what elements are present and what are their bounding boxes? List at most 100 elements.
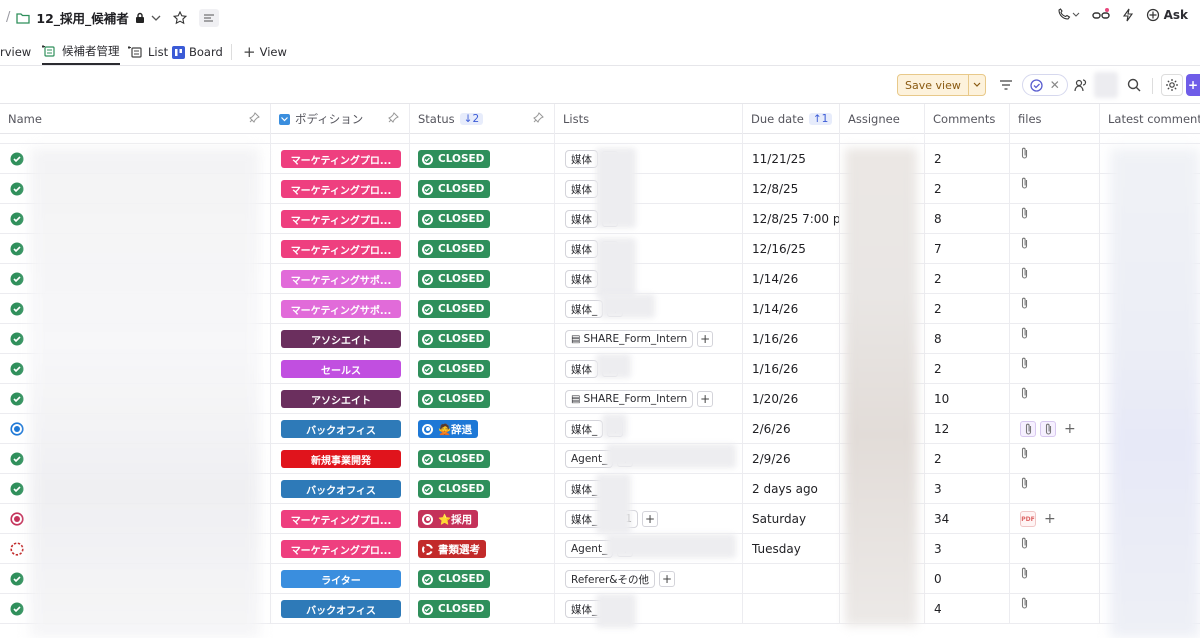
cell-position[interactable]: バックオフィス (271, 414, 410, 444)
cell-comments[interactable]: 3 (925, 534, 1010, 564)
cell-due-date[interactable]: 2 days ago (743, 474, 840, 504)
cell-files[interactable] (1010, 234, 1100, 264)
page-title[interactable]: 12_採用_候補者 (36, 8, 128, 27)
cell-due-date[interactable]: 1/14/26 (743, 264, 840, 294)
cell-comments[interactable]: 2 (925, 174, 1010, 204)
tab-candidate-management[interactable]: 候補者管理 (42, 39, 120, 65)
column-header-status[interactable]: Status ↓2 (410, 104, 555, 134)
position-tag[interactable]: 新規事業開発 (281, 450, 401, 468)
list-chip[interactable]: 媒体_ (565, 300, 604, 318)
cell-files[interactable] (1010, 174, 1100, 204)
star-icon[interactable] (172, 10, 187, 25)
add-file-button[interactable]: + (1064, 421, 1076, 437)
cell-lists[interactable]: 媒体_+ 1+ (555, 504, 743, 534)
cell-comments[interactable]: 0 (925, 564, 1010, 594)
cell-position[interactable]: マーケティングプロ... (271, 174, 410, 204)
cell-position[interactable]: バックオフィス (271, 594, 410, 624)
cell-status[interactable]: 書類選考 (410, 534, 555, 564)
cell-comments[interactable]: 3 (925, 474, 1010, 504)
position-tag[interactable]: アソシエイト (281, 390, 401, 408)
cell-lists[interactable]: 媒体_+ (555, 414, 743, 444)
cell-due-date[interactable]: Tuesday (743, 534, 840, 564)
cell-comments[interactable]: 2 (925, 294, 1010, 324)
cell-comments[interactable]: 4 (925, 594, 1010, 624)
cell-position[interactable]: ライター (271, 564, 410, 594)
cell-status[interactable]: CLOSED (410, 354, 555, 384)
status-circle-icon[interactable] (10, 332, 24, 346)
cell-comments[interactable]: 10 (925, 384, 1010, 414)
list-chip[interactable]: 媒体 (565, 210, 598, 228)
filter-icon[interactable] (997, 76, 1015, 94)
status-badge[interactable]: CLOSED (418, 150, 491, 168)
paperclip-icon[interactable] (1020, 537, 1029, 553)
cell-position[interactable]: マーケティングサポ... (271, 294, 410, 324)
list-chip[interactable]: 媒体 (565, 240, 598, 258)
ask-button[interactable]: Ask (1164, 8, 1188, 22)
cell-lists[interactable]: 媒体_+ (555, 594, 743, 624)
status-circle-icon[interactable] (10, 182, 24, 196)
status-badge[interactable]: CLOSED (418, 300, 491, 318)
paperclip-icon[interactable] (1020, 447, 1029, 463)
cell-comments[interactable]: 2 (925, 264, 1010, 294)
ai-notetaker-icon[interactable] (1091, 8, 1110, 22)
cell-files[interactable] (1010, 324, 1100, 354)
position-tag[interactable]: マーケティングプロ... (281, 150, 401, 168)
assignee-filter-icon[interactable] (1072, 76, 1090, 94)
cell-position[interactable]: マーケティングサポ... (271, 264, 410, 294)
cell-due-date[interactable]: 12/8/25 (743, 174, 840, 204)
status-circle-icon[interactable] (10, 572, 24, 586)
status-badge[interactable]: CLOSED (418, 570, 491, 588)
cell-position[interactable]: マーケティングプロ... (271, 144, 410, 174)
cell-status[interactable]: CLOSED (410, 324, 555, 354)
cell-status[interactable]: CLOSED (410, 174, 555, 204)
status-circle-icon[interactable] (10, 212, 24, 226)
status-badge[interactable]: CLOSED (418, 600, 491, 618)
cell-position[interactable]: マーケティングプロ... (271, 534, 410, 564)
cell-lists[interactable]: ▤ SHARE_Form_Intern + (555, 324, 743, 354)
cell-status[interactable]: 🙅辞退 (410, 414, 555, 444)
add-list-button[interactable]: + (659, 571, 675, 587)
paperclip-icon[interactable] (1020, 177, 1029, 193)
status-circle-icon[interactable] (10, 242, 24, 256)
position-tag[interactable]: マーケティングサポ... (281, 300, 401, 318)
cell-lists[interactable]: 媒体+ (555, 174, 743, 204)
tab-list[interactable]: List (128, 39, 168, 65)
status-circle-icon[interactable] (10, 422, 24, 436)
cell-position[interactable]: マーケティングプロ... (271, 504, 410, 534)
cell-due-date[interactable]: 12/16/25 (743, 234, 840, 264)
status-badge[interactable]: CLOSED (418, 240, 491, 258)
cell-lists[interactable]: 媒体+ (555, 144, 743, 174)
cell-comments[interactable]: 7 (925, 234, 1010, 264)
search-icon[interactable] (1125, 76, 1143, 94)
cell-files[interactable] (1010, 354, 1100, 384)
cell-lists[interactable]: 媒体+ (555, 264, 743, 294)
status-badge[interactable]: 🙅辞退 (418, 420, 479, 438)
cell-due-date[interactable]: 12/8/25 7:00 pm (743, 204, 840, 234)
cell-comments[interactable]: 2 (925, 444, 1010, 474)
column-header-lists[interactable]: Lists (555, 104, 743, 134)
tab-overview[interactable]: rview (0, 39, 31, 65)
cell-due-date[interactable]: Saturday (743, 504, 840, 534)
add-task-button[interactable]: + (1186, 74, 1200, 96)
list-chip[interactable]: Referer&その他 (565, 570, 655, 588)
cell-files[interactable]: PDF + (1010, 504, 1100, 534)
cell-status[interactable]: CLOSED (410, 264, 555, 294)
cell-comments[interactable]: 12 (925, 414, 1010, 444)
cell-status[interactable]: CLOSED (410, 384, 555, 414)
cell-due-date[interactable]: 1/16/26 (743, 354, 840, 384)
paperclip-icon[interactable] (1020, 477, 1029, 493)
paperclip-icon[interactable] (1020, 297, 1029, 313)
paperclip-icon[interactable] (1020, 387, 1029, 403)
gear-icon[interactable] (1161, 74, 1183, 96)
cell-comments[interactable]: 2 (925, 144, 1010, 174)
cell-status[interactable]: ⭐採用 (410, 504, 555, 534)
position-tag[interactable]: マーケティングプロ... (281, 240, 401, 258)
cell-comments[interactable]: 2 (925, 354, 1010, 384)
status-circle-icon[interactable] (10, 602, 24, 616)
attachment-icon[interactable] (1040, 421, 1056, 437)
description-icon[interactable] (198, 8, 219, 27)
paperclip-icon[interactable] (1020, 327, 1029, 343)
cell-position[interactable]: アソシエイト (271, 384, 410, 414)
status-circle-icon[interactable] (10, 302, 24, 316)
position-tag[interactable]: マーケティングプロ... (281, 180, 401, 198)
